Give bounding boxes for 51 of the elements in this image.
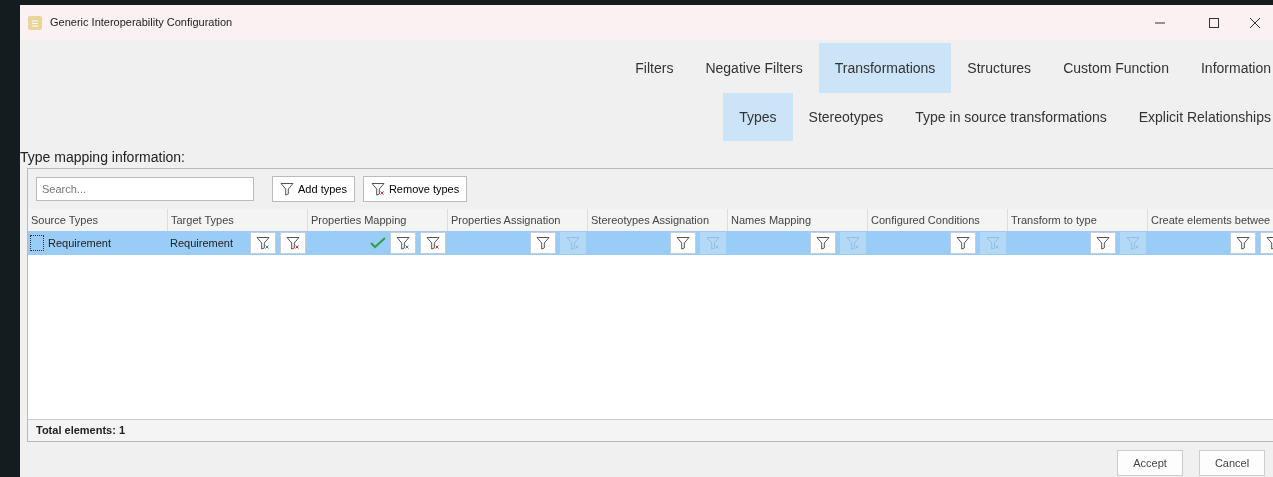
table-cell-text: Requirement xyxy=(170,235,233,251)
filter-icon xyxy=(816,236,830,250)
tab[interactable]: Negative Filters xyxy=(689,43,819,93)
filter-edit-icon xyxy=(566,236,580,250)
subtab[interactable]: Stereotypes xyxy=(792,93,900,141)
filter-remove-icon xyxy=(370,182,385,196)
tab[interactable]: Information xyxy=(1184,43,1273,93)
search-field[interactable]: Search... xyxy=(36,177,254,201)
filter-remove-button[interactable] xyxy=(280,232,306,254)
filter-icon xyxy=(280,182,294,196)
tab[interactable]: Transformations xyxy=(818,43,952,93)
add-types-button[interactable]: Add types xyxy=(272,176,355,202)
total-elements-label: Total elements: 1 xyxy=(36,423,126,439)
filter-edit-icon xyxy=(846,236,860,250)
filter-button[interactable] xyxy=(950,232,976,254)
close-icon xyxy=(1250,18,1260,29)
subtab[interactable]: Explicit Relationships xyxy=(1122,93,1273,141)
window-title: Generic Interoperability Configuration xyxy=(50,15,234,31)
filter-remove-button[interactable] xyxy=(420,232,446,254)
filter-button[interactable] xyxy=(530,232,556,254)
section-label: Type mapping information: xyxy=(20,148,186,167)
remove-types-button[interactable]: Remove types xyxy=(362,176,468,202)
cancel-button[interactable]: Cancel xyxy=(1199,450,1265,476)
filter-edit-button[interactable] xyxy=(390,232,416,254)
filter-button[interactable] xyxy=(1090,232,1116,254)
filter-icon xyxy=(956,236,970,250)
filter-remove-icon xyxy=(286,236,300,250)
filter-button[interactable] xyxy=(670,232,696,254)
filter-edit-icon xyxy=(1126,236,1140,250)
accept-button[interactable]: Accept xyxy=(1117,450,1183,476)
filter-button[interactable] xyxy=(810,232,836,254)
tab[interactable]: Structures xyxy=(951,43,1048,93)
maximize-icon xyxy=(1209,18,1219,29)
filter-edit-button[interactable] xyxy=(250,232,276,254)
app-icon xyxy=(28,15,42,30)
filter-edit-icon xyxy=(256,236,270,250)
tab[interactable]: Filters xyxy=(619,43,690,93)
table-row[interactable]: Requirement Requirement xyxy=(28,231,1273,255)
filter-edit-icon xyxy=(706,236,720,250)
tab[interactable]: Custom Function xyxy=(1047,43,1185,93)
filter-edit-icon xyxy=(986,236,1000,250)
table-cell-text: Requirement xyxy=(48,235,111,251)
filter-edit-icon xyxy=(396,236,410,250)
subtab[interactable]: Types xyxy=(723,93,793,141)
filter-button[interactable] xyxy=(1230,232,1256,254)
filter-icon xyxy=(676,236,690,250)
subtab[interactable]: Type in source transformations xyxy=(899,93,1123,141)
filter-remove-icon xyxy=(426,236,440,250)
filter-icon xyxy=(536,236,550,250)
filter-icon xyxy=(1236,236,1250,250)
filter-icon xyxy=(1096,236,1110,250)
